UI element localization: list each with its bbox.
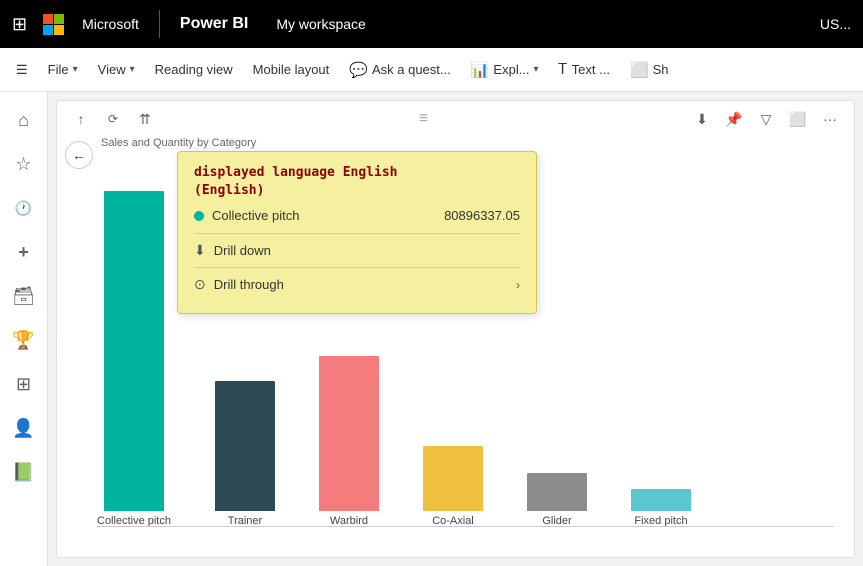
download-icon[interactable]: ⬇ [690,107,714,131]
sidebar-item-create[interactable]: + [4,232,44,272]
file-chevron-icon: ▾ [73,64,78,75]
main-layout: ⌂ ☆ 🕐 + 🗃 🏆 ⊞ 👤 📗 ↑ ⟳ ⇈ ≡ ⬇ 📌 ▽ [0,92,863,566]
sidebar-item-favorites[interactable]: ☆ [4,144,44,184]
bar-group-glider: Glider [527,473,587,527]
tooltip-title-line2: (English) [194,183,264,198]
chart-container: ↑ ⟳ ⇈ ≡ ⬇ 📌 ▽ ⬜ ··· ← Sales and Quantity… [56,100,855,558]
bar-group-warbird: Warbird [319,356,379,527]
sidebar-item-goals[interactable]: 🏆 [4,320,44,360]
sidebar-item-learn[interactable]: 👤 [4,408,44,448]
share-label: Sh [653,62,669,77]
ribbon-bar: ☰ File ▾ View ▾ Reading view Mobile layo… [0,48,863,92]
drill-through-button[interactable]: ⊙ Drill through › [194,268,520,301]
drill-down-button[interactable]: ⬇ Drill down [194,234,520,267]
view-menu[interactable]: View ▾ [90,58,143,81]
powerbi-text: Power BI [180,15,248,33]
chat-icon: 💬 [349,61,368,79]
tooltip-value: 80896337.05 [444,208,520,223]
mobile-layout-button[interactable]: Mobile layout [245,58,338,81]
expand-up-icon[interactable]: ↑ [69,107,93,131]
tooltip-popup: displayed language English (English) Col… [177,151,537,314]
bar-group-collective: Collective pitch [97,191,171,527]
tooltip-title-line1: displayed language English [194,165,398,180]
share-icon: ⬜ [630,61,649,79]
workspace-label: My workspace [276,16,365,32]
back-button[interactable]: ← [65,141,93,169]
x-axis [97,526,834,527]
sidebar-item-workspaces[interactable]: 📗 [4,452,44,492]
user-initials[interactable]: US... [820,16,851,32]
bar-group-trainer: Trainer [215,381,275,527]
collapse-icon[interactable]: ⟳ [101,107,125,131]
tooltip-value-row: Collective pitch 80896337.05 [194,208,520,234]
explore-chevron-icon: ▾ [534,64,539,75]
explore-button[interactable]: 📊 Expl... ▾ [463,57,547,83]
bar-group-fixed-pitch: Fixed pitch [631,489,691,527]
share-button[interactable]: ⬜ Sh [622,57,677,83]
file-menu[interactable]: File ▾ [40,58,86,81]
sidebar: ⌂ ☆ 🕐 + 🗃 🏆 ⊞ 👤 📗 [0,92,48,566]
fork-icon[interactable]: ⇈ [133,107,157,131]
ask-question-button[interactable]: 💬 Ask a quest... [341,57,458,83]
sidebar-item-recent[interactable]: 🕐 [4,188,44,228]
explore-icon: 📊 [471,61,490,79]
bar-coaxial[interactable] [423,446,483,511]
drill-through-chevron-icon: › [516,278,520,292]
drill-down-icon: ⬇ [194,242,206,259]
ask-question-label: Ask a quest... [372,62,451,77]
mobile-layout-label: Mobile layout [253,62,330,77]
more-options-icon[interactable]: ··· [818,107,842,131]
reading-view-label: Reading view [155,62,233,77]
drill-through-icon: ⊙ [194,276,206,293]
hamburger-icon: ☰ [16,62,28,78]
bar-warbird[interactable] [319,356,379,511]
chart-toolbar: ↑ ⟳ ⇈ ≡ ⬇ 📌 ▽ ⬜ ··· [57,107,854,131]
file-label: File [48,62,69,77]
text-button[interactable]: Ꭲ Text ... [551,57,618,82]
view-label: View [98,62,126,77]
bar-group-coaxial: Co-Axial [423,446,483,527]
tooltip-title: displayed language English (English) [194,164,520,200]
bar-trainer[interactable] [215,381,275,511]
chart-drag-handle: ≡ [419,110,428,128]
view-chevron-icon: ▾ [130,64,135,75]
chart-toolbar-right: ⬇ 📌 ▽ ⬜ ··· [690,107,842,131]
top-bar: ⊞ Microsoft Power BI My workspace US... [0,0,863,48]
bar-glider[interactable] [527,473,587,511]
sidebar-item-data[interactable]: 🗃 [4,276,44,316]
tooltip-dot [194,211,204,221]
canvas-area: ↑ ⟳ ⇈ ≡ ⬇ 📌 ▽ ⬜ ··· ← Sales and Quantity… [48,92,863,566]
sidebar-item-home[interactable]: ⌂ [4,100,44,140]
bar-collective-pitch[interactable] [104,191,164,511]
reading-view-button[interactable]: Reading view [147,58,241,81]
pin-icon[interactable]: 📌 [722,107,746,131]
hamburger-menu[interactable]: ☰ [8,58,36,82]
sidebar-item-apps[interactable]: ⊞ [4,364,44,404]
drill-down-label: Drill down [214,243,271,258]
microsoft-text: Microsoft [82,16,139,32]
text-label: Text ... [572,62,610,77]
chart-toolbar-left: ↑ ⟳ ⇈ [69,107,157,131]
microsoft-logo [43,14,64,35]
filter-icon[interactable]: ▽ [754,107,778,131]
tooltip-key: Collective pitch [212,208,299,223]
chart-title: Sales and Quantity by Category [101,137,256,149]
app-grid-icon[interactable]: ⊞ [12,14,27,35]
focus-icon[interactable]: ⬜ [786,107,810,131]
bar-fixed-pitch[interactable] [631,489,691,511]
drill-through-label: Drill through [214,277,284,292]
text-icon: Ꭲ [559,61,568,78]
vertical-divider [159,10,160,38]
explore-label: Expl... [493,62,529,77]
